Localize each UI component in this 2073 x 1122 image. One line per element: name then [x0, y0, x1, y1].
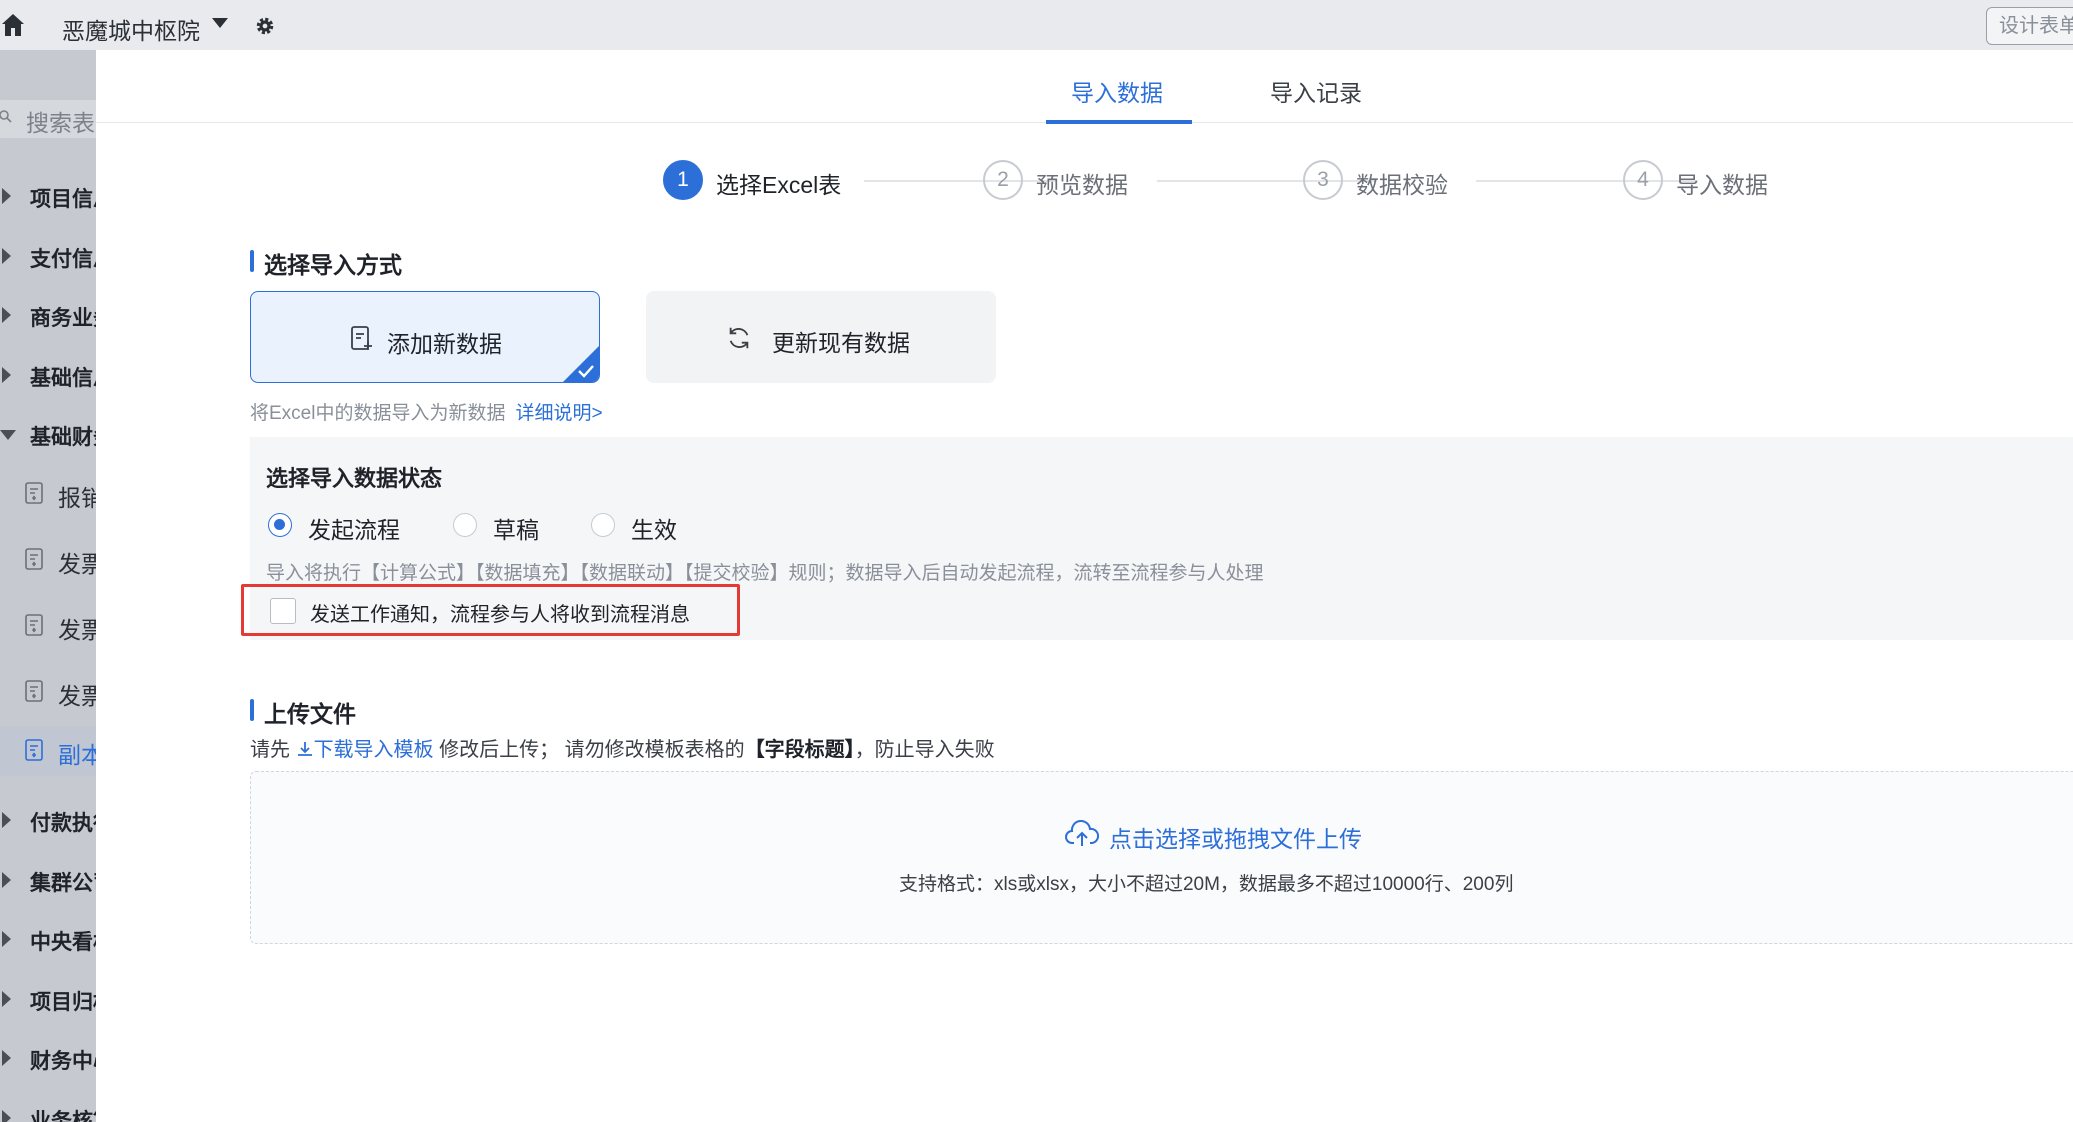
sidebar-group-central-board[interactable]: 中央看板 [0, 919, 96, 959]
sidebar-group-business-accounting[interactable]: 业务核算 [0, 1098, 96, 1122]
sidebar-group-payment-exec[interactable]: 付款执行 [0, 800, 96, 840]
tab-import-data[interactable]: 导入数据 [1071, 74, 1163, 108]
step-4-label: 导入数据 [1676, 172, 1768, 198]
download-template-link[interactable]: 下载导入模板 [296, 739, 434, 761]
sidebar-item-invoice-1[interactable]: 发票 [0, 535, 96, 585]
import-mode-title: 选择导入方式 [250, 246, 402, 280]
sidebar-group-payment-info[interactable]: 支付信息 [0, 236, 96, 276]
dropzone-description: 支持格式：xls或xlsx，大小不超过20M，数据最多不超过10000行、200… [899, 874, 1514, 895]
caret-right-icon [2, 872, 11, 888]
sidebar-item-copy[interactable]: 副本 [0, 726, 96, 776]
sidebar-group-business[interactable]: 商务业务 [0, 295, 96, 335]
cloud-upload-icon [1065, 820, 1099, 846]
upload-title: 上传文件 [250, 695, 356, 729]
sidebar-group-basic-info[interactable]: 基础信息 [0, 355, 96, 395]
step-3-circle: 3 [1303, 160, 1343, 200]
tab-import-records[interactable]: 导入记录 [1270, 74, 1362, 108]
step-1-circle: 1 [663, 160, 703, 200]
caret-right-icon [2, 248, 11, 264]
caret-right-icon [2, 812, 11, 828]
caret-down-icon [0, 430, 16, 440]
step-connector [864, 180, 1056, 182]
status-description: 导入将执行【计算公式】【数据填充】【数据联动】【提交校验】规则；数据导入后自动发… [266, 563, 1264, 584]
search-icon [0, 110, 12, 123]
caret-right-icon [2, 1110, 11, 1122]
sidebar-group-cluster-company[interactable]: 集群公司 [0, 860, 96, 900]
import-mode-hint: 将Excel中的数据导入为新数据 详细说明> [250, 403, 603, 424]
step-connector [1476, 180, 1698, 182]
design-form-button[interactable]: 设计表单 [1986, 7, 2073, 45]
sidebar-group-basic-finance[interactable]: 基础财务 [0, 414, 96, 454]
step-3-label: 数据校验 [1356, 172, 1448, 198]
sidebar-group-project-archive[interactable]: 项目归档 [0, 979, 96, 1019]
import-status-title: 选择导入数据状态 [266, 466, 443, 491]
form-icon [25, 482, 43, 504]
sidebar-group-project-info[interactable]: 项目信息 [0, 176, 96, 216]
caret-right-icon [2, 1050, 11, 1066]
add-document-icon [351, 326, 372, 350]
sidebar: 搜索表单 项目信息 支付信息 商务业务 基础信息 基础财务 报销 发票 发票 发… [0, 50, 96, 1122]
tab-active-indicator [1046, 120, 1192, 124]
highlight-annotation-box [241, 584, 740, 636]
sidebar-item-reimbursement[interactable]: 报销 [0, 469, 96, 519]
caret-right-icon [2, 367, 11, 383]
top-bar: 恶魔城中枢院 设计表单 [0, 0, 2073, 50]
form-icon [25, 614, 43, 636]
app-name[interactable]: 恶魔城中枢院 [62, 12, 200, 46]
caret-right-icon [2, 188, 11, 204]
radio-dot [453, 513, 477, 537]
caret-right-icon [2, 931, 11, 947]
caret-right-icon [2, 991, 11, 1007]
sidebar-search-placeholder: 搜索表单 [26, 110, 96, 136]
update-existing-data-option[interactable]: 更新现有数据 [646, 291, 996, 383]
add-new-data-label: 添加新数据 [387, 331, 502, 357]
form-icon [25, 739, 43, 761]
form-icon [25, 548, 43, 570]
sidebar-group-finance-center[interactable]: 财务中心 [0, 1038, 96, 1078]
step-connector [1157, 180, 1377, 182]
import-dialog: 导入数据 导入记录 1 选择Excel表 2 预览数据 3 数据校验 4 导入数… [96, 50, 2073, 1122]
gear-icon[interactable] [254, 15, 276, 37]
chevron-down-icon[interactable] [212, 18, 228, 28]
refresh-icon [729, 327, 749, 349]
sidebar-item-invoice-2[interactable]: 发票 [0, 601, 96, 651]
add-new-data-option[interactable]: 添加新数据 [250, 291, 600, 383]
dropzone-title[interactable]: 点击选择或拖拽文件上传 [1109, 820, 1362, 854]
home-icon[interactable] [0, 10, 26, 40]
tab-bar: 导入数据 导入记录 [96, 50, 2073, 124]
step-1-label: 选择Excel表 [716, 172, 842, 198]
radio-dot [268, 513, 292, 537]
download-icon [297, 742, 312, 756]
step-indicator: 1 选择Excel表 2 预览数据 3 数据校验 4 导入数据 [96, 160, 2073, 210]
sidebar-item-invoice-3[interactable]: 发票 [0, 667, 96, 717]
file-dropzone[interactable]: 点击选择或拖拽文件上传 支持格式：xls或xlsx，大小不超过20M，数据最多不… [250, 771, 2073, 944]
step-4-circle: 4 [1623, 160, 1663, 200]
form-icon [25, 680, 43, 702]
details-link[interactable]: 详细说明> [515, 403, 602, 424]
caret-right-icon [2, 307, 11, 323]
radio-dot [591, 513, 615, 537]
step-2-label: 预览数据 [1036, 172, 1128, 198]
update-existing-data-label: 更新现有数据 [772, 330, 910, 356]
upload-hint: 请先 下载导入模板 修改后上传； 请勿修改模板表格的【字段标题】，防止导入失败 [250, 739, 995, 761]
step-2-circle: 2 [983, 160, 1023, 200]
check-icon [578, 365, 594, 378]
